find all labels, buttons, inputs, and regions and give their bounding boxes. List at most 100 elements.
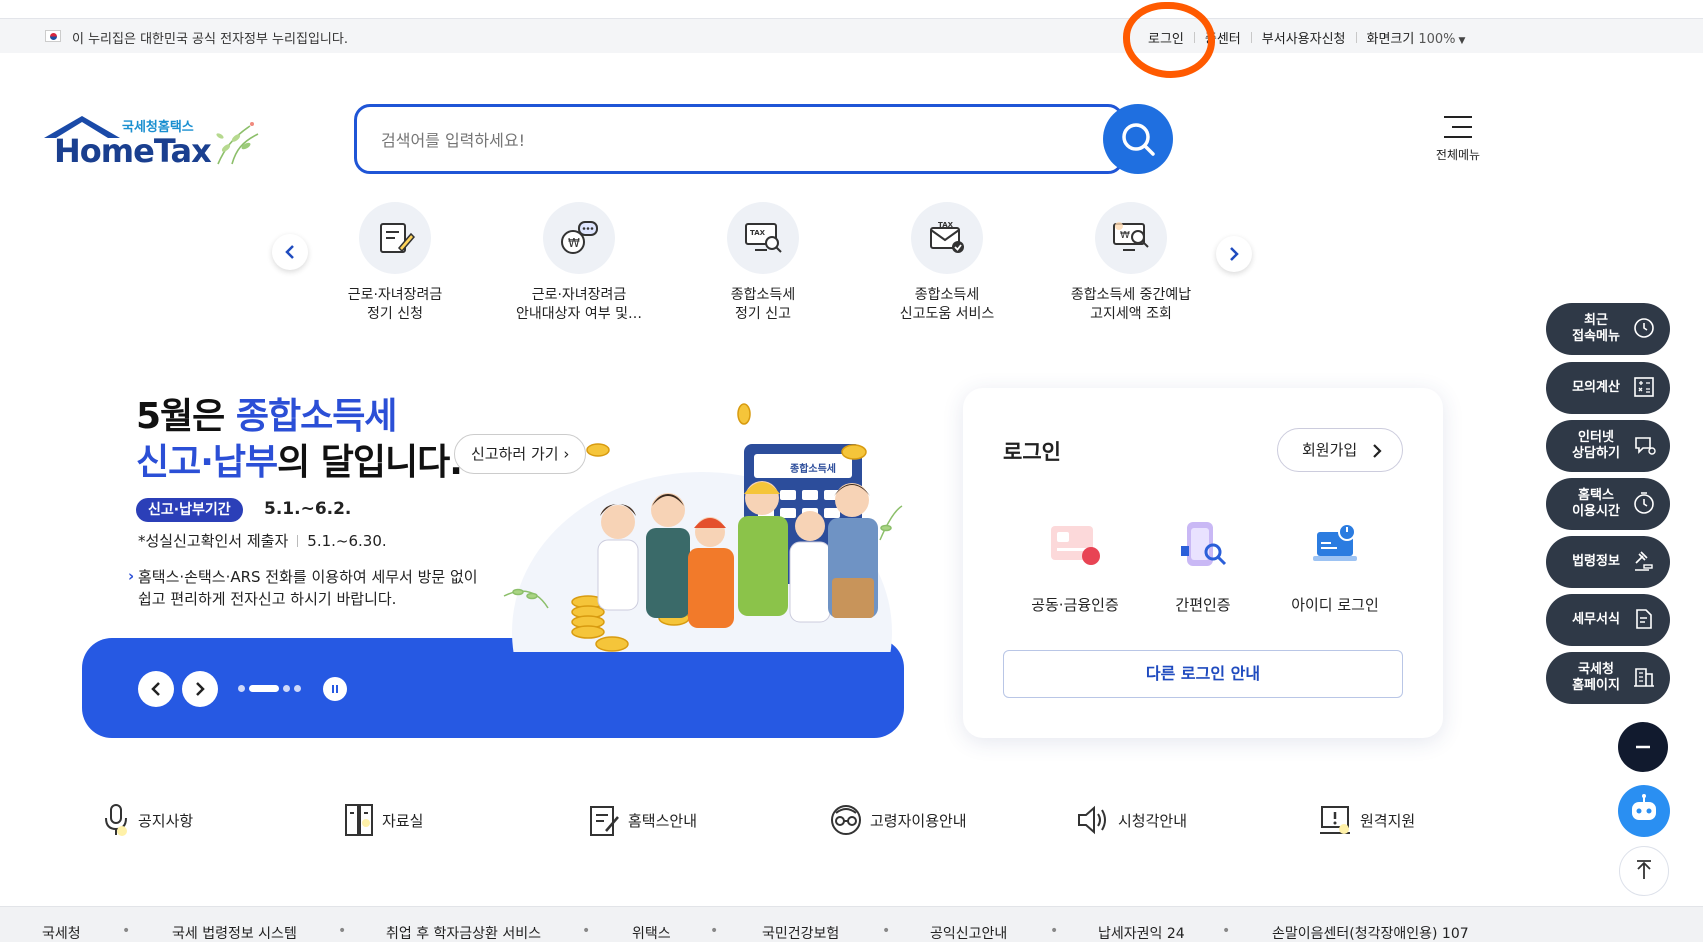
nav-divider: [1250, 32, 1252, 43]
chat-icon: [1635, 437, 1656, 455]
service-hours-button[interactable]: 홈택스 이용시간: [1546, 478, 1670, 530]
slide-dot-active[interactable]: [249, 685, 279, 692]
pause-button[interactable]: [323, 677, 347, 701]
quick-service-line1: 근로·자녀장려금: [531, 287, 627, 303]
logo-title: HomeTax: [54, 132, 212, 170]
speaker-icon: [1078, 805, 1106, 835]
other-login-guide-button[interactable]: 다른 로그인 안내: [1003, 650, 1403, 698]
dept-user-link[interactable]: 부서사용자신청: [1262, 28, 1346, 47]
footer-link[interactable]: 국민건강보험: [762, 923, 839, 942]
gov-notice-bar: 이 누리집은 대한민국 공식 전자정부 누리집입니다. 로그인 증센터 부서사용…: [0, 18, 1703, 53]
document-icon: [1636, 609, 1652, 629]
chevron-right-icon: [1230, 247, 1239, 261]
footer-link[interactable]: 국세청: [42, 923, 81, 942]
quick-service-item[interactable]: TAX 종합소득세 정기 신고: [668, 202, 858, 324]
taxpayers-illustration: 종합소득세: [503, 403, 903, 652]
quick-service-item[interactable]: ₩ 근로·자녀장려금안내대상자 여부 및…: [484, 202, 674, 324]
arrow-up-icon: [1637, 860, 1651, 879]
law-info-button[interactable]: 법령정보: [1546, 536, 1670, 588]
login-title: 로그인: [1003, 440, 1061, 464]
zoom-value: 100%: [1418, 32, 1456, 47]
file-cabinet-icon: [345, 804, 373, 836]
quick-service-line1: 종합소득세: [730, 287, 796, 303]
senior-glasses-icon: [831, 805, 861, 835]
collapse-menu-button[interactable]: [1618, 722, 1668, 772]
search-input[interactable]: [381, 125, 1041, 155]
quick-service-line1: 종합소득세: [914, 287, 980, 303]
remote-support-link[interactable]: 원격지원: [1318, 800, 1415, 840]
gov-notice-text[interactable]: 이 누리집은 대한민국 공식 전자정부 누리집입니다.: [72, 28, 348, 47]
banner-next-button[interactable]: [182, 671, 218, 707]
quick-service-line1: 근로·자녀장려금: [347, 287, 443, 303]
svg-text:₩: ₩: [568, 236, 580, 250]
login-card: 로그인 회원가입 공동·금융인증 간편인증 아이디 로그인 다른 로그인 안내: [963, 388, 1443, 738]
svg-text:₩: ₩: [1120, 230, 1130, 241]
chevron-down-icon: ▼: [1458, 36, 1466, 46]
all-menu-button[interactable]: 전체메뉴: [1432, 116, 1484, 163]
hometax-logo[interactable]: 국세청홈택스 HomeTax: [42, 112, 272, 172]
notice-link[interactable]: 공지사항: [102, 800, 193, 840]
gavel-icon: [1635, 551, 1653, 571]
money-bag-chat-icon: ₩: [561, 221, 598, 254]
login-highlight-annotation: [1123, 2, 1215, 78]
tax-forms-button[interactable]: 세무서식: [1546, 594, 1670, 646]
calculator-label: 종합소득세: [790, 462, 836, 475]
quick-service-item[interactable]: 근로·자녀장려금 정기 신청: [300, 202, 490, 324]
microphone-icon: [105, 804, 127, 836]
main-banner[interactable]: 5월은 종합소득세 신고·납부의 달입니다. 신고하러 가기 › 신고·납부기간…: [82, 382, 904, 738]
certificate-card-icon: [1051, 526, 1100, 565]
banner-headline: 5월은 종합소득세 신고·납부의 달입니다.: [136, 396, 463, 483]
cert-login-option[interactable]: 공동·금융인증: [1015, 518, 1135, 615]
hometax-guide-link[interactable]: 홈택스안내: [588, 800, 697, 840]
quick-service-line2: 안내대상자 여부 및…: [516, 306, 642, 322]
calculator-icon: [1634, 377, 1654, 397]
chatbot-button[interactable]: [1618, 785, 1670, 837]
quick-service-item[interactable]: ₩ 종합소득세 중간예납 고지세액 조회: [1036, 202, 1226, 324]
tax-search-monitor-icon: ₩: [1113, 222, 1149, 251]
tax-envelope-check-icon: TAX: [930, 221, 964, 253]
footer-link[interactable]: 국세 법령정보 시스템: [172, 923, 297, 942]
join-button[interactable]: 회원가입: [1277, 428, 1403, 472]
sprig-decoration-icon: [216, 122, 259, 165]
minus-icon: [1636, 745, 1650, 749]
all-menu-label: 전체메뉴: [1435, 148, 1481, 162]
slide-dot[interactable]: [238, 685, 245, 692]
svg-text:TAX: TAX: [750, 229, 766, 237]
chevron-left-icon: [285, 245, 294, 259]
banner-prev-button[interactable]: [138, 671, 174, 707]
mock-calc-button[interactable]: 모의계산: [1546, 362, 1670, 414]
id-login-option[interactable]: 아이디 로그인: [1275, 518, 1395, 615]
chevron-right-icon: [1373, 444, 1382, 458]
clock-icon: [1634, 318, 1654, 338]
quick-service-line2: 신고도움 서비스: [899, 306, 995, 322]
svg-text:TAX: TAX: [938, 221, 954, 229]
chevron-left-icon: [151, 682, 160, 696]
chevron-right-icon: [196, 682, 205, 696]
quick-service-item[interactable]: TAX 종합소득세신고도움 서비스: [852, 202, 1042, 324]
search-icon: [1122, 123, 1155, 156]
korea-flag-icon: [45, 30, 61, 42]
related-sites-bar: 국세청 • 국세 법령정보 시스템 • 취업 후 학자금상환 서비스 • 위택스…: [0, 906, 1703, 942]
faithful-report-info: *성실신고확인서 제출자 5.1.~6.30.: [138, 532, 387, 550]
nav-divider: [1355, 32, 1357, 43]
online-consult-button[interactable]: 인터넷 상담하기: [1546, 420, 1670, 472]
search-button[interactable]: [1103, 104, 1173, 174]
footer-link[interactable]: 위택스: [632, 923, 671, 942]
recent-menu-button[interactable]: 최근 접속메뉴: [1546, 303, 1670, 355]
scroll-top-button[interactable]: [1619, 846, 1669, 896]
archive-link[interactable]: 자료실: [344, 800, 423, 840]
footer-link[interactable]: 손말이음센터(청각장애인용) 107: [1272, 923, 1469, 942]
audiovisual-guide-link[interactable]: 시청각안내: [1076, 800, 1187, 840]
nts-homepage-button[interactable]: 국세청 홈페이지: [1546, 652, 1670, 704]
slide-dot[interactable]: [294, 685, 301, 692]
footer-link[interactable]: 공익신고안내: [930, 923, 1007, 942]
footer-link[interactable]: 납세자권익 24: [1098, 923, 1185, 942]
zoom-control[interactable]: 화면크기 100% ▼: [1367, 28, 1466, 47]
footer-link[interactable]: 취업 후 학자금상환 서비스: [386, 923, 541, 942]
slide-dot[interactable]: [283, 685, 290, 692]
simple-auth-option[interactable]: 간편인증: [1143, 518, 1263, 615]
document-edit-icon: [590, 806, 619, 836]
senior-guide-link[interactable]: 고령자이용안내: [830, 800, 967, 840]
search-box: [354, 104, 1124, 174]
filing-period: 5.1.~6.2.: [264, 499, 352, 519]
